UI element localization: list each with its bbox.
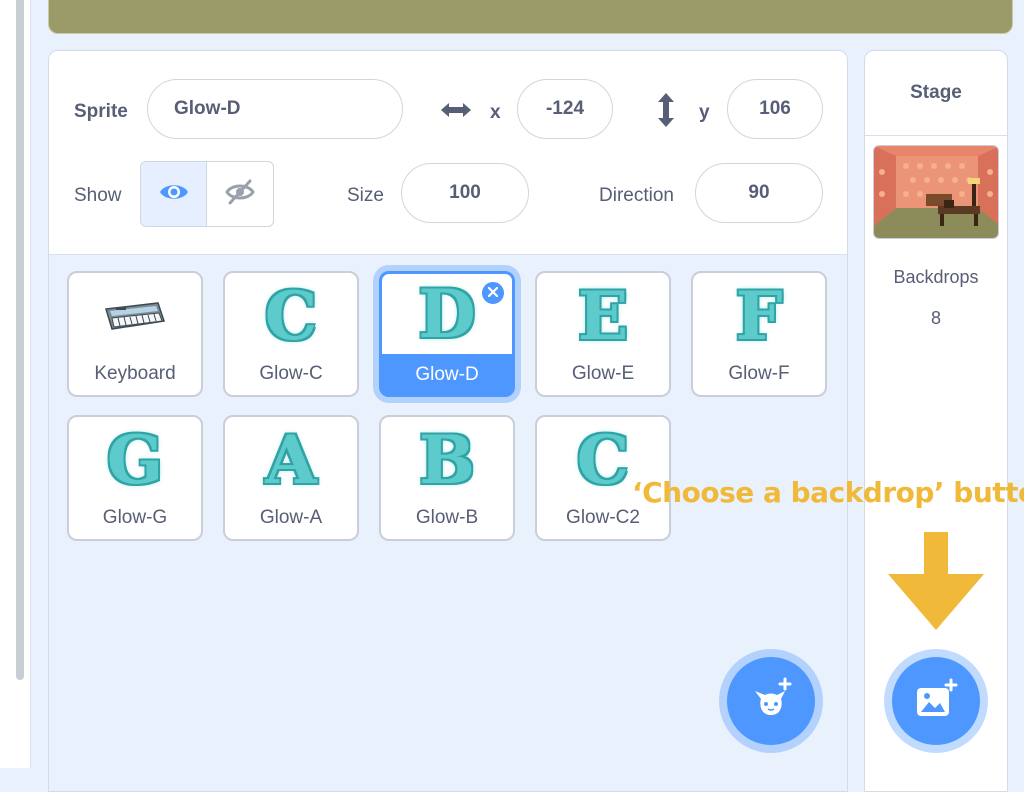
- cat-plus-icon: [749, 677, 793, 726]
- backdrops-label: Backdrops: [893, 267, 979, 287]
- glow-letter-image: F: [735, 277, 783, 355]
- sprite-pane: Sprite Glow-D x -124 y 106 Show Size 100…: [48, 50, 848, 792]
- y-label: y: [699, 102, 710, 123]
- sprite-name: Glow-C: [259, 363, 323, 384]
- stage-pane: Stage Backdrops 8: [864, 50, 1008, 792]
- sprite-name: Glow-C2: [566, 507, 640, 528]
- eye-icon: [159, 181, 189, 208]
- glow-letter-image: C: [264, 277, 318, 355]
- choose-backdrop-button[interactable]: [884, 649, 988, 753]
- sprite-tile-keyboard[interactable]: Keyboard: [67, 271, 203, 397]
- direction-input[interactable]: 90: [695, 163, 823, 223]
- glow-letter-image: D: [418, 275, 476, 353]
- glow-letter-image: C: [576, 421, 630, 499]
- sprite-name-input[interactable]: Glow-D: [147, 79, 403, 139]
- sprite-name: Glow-B: [415, 507, 479, 528]
- sprite-name: Glow-F: [728, 363, 790, 384]
- sprite-name: Keyboard: [94, 363, 176, 384]
- close-icon: [487, 284, 499, 302]
- sprite-tile-glow-c[interactable]: C Glow-C: [223, 271, 359, 397]
- show-visible-button[interactable]: [141, 162, 207, 226]
- image-plus-icon: [913, 678, 959, 725]
- left-panel-edge: [0, 0, 31, 768]
- show-toggle-group: [140, 161, 274, 227]
- sprite-name: Glow-E: [571, 363, 635, 384]
- stage-title: Stage: [865, 51, 1007, 136]
- sprite-tile-glow-g[interactable]: G Glow-G: [67, 415, 203, 541]
- show-hidden-button[interactable]: [207, 162, 273, 226]
- sprite-name: Glow-D: [415, 364, 479, 385]
- size-input[interactable]: 100: [401, 163, 529, 223]
- glow-letter-image: G: [106, 421, 164, 499]
- backdrops-count: 8: [930, 308, 941, 328]
- sprite-label: Sprite: [74, 101, 128, 122]
- size-label: Size: [347, 185, 384, 206]
- annotation-label: ‘Choose a backdrop’ button: [632, 476, 1024, 509]
- keyboard-image: [69, 273, 201, 359]
- vertical-arrows-icon: [655, 91, 677, 134]
- arrow-down-icon: [886, 532, 986, 632]
- sprite-info-bar: Sprite Glow-D x -124 y 106 Show Size 100…: [49, 51, 847, 255]
- sprite-tile-glow-b[interactable]: B Glow-B: [379, 415, 515, 541]
- x-label: x: [490, 102, 501, 123]
- scrollbar[interactable]: [16, 0, 24, 680]
- x-position-input[interactable]: -124: [517, 79, 613, 139]
- glow-letter-image: A: [265, 421, 317, 499]
- horizontal-arrows-icon: [439, 97, 473, 128]
- choose-sprite-button[interactable]: [719, 649, 823, 753]
- y-position-input[interactable]: 106: [727, 79, 823, 139]
- sprite-tile-glow-f[interactable]: F Glow-F: [691, 271, 827, 397]
- glow-letter-image: E: [577, 277, 629, 355]
- sprite-tile-glow-d[interactable]: D Glow-D: [379, 271, 515, 397]
- eye-slash-icon: [225, 179, 255, 210]
- direction-label: Direction: [599, 185, 674, 206]
- backdrop-thumbnail[interactable]: [873, 145, 999, 239]
- glow-letter-image: B: [419, 421, 475, 499]
- sprite-tile-glow-e[interactable]: E Glow-E: [535, 271, 671, 397]
- sprite-tile-glow-a[interactable]: A Glow-A: [223, 415, 359, 541]
- sprite-name: Glow-A: [259, 507, 323, 528]
- stage-preview: [48, 0, 1013, 34]
- sprite-name: Glow-G: [102, 507, 168, 528]
- delete-sprite-button[interactable]: [480, 280, 506, 306]
- show-label: Show: [74, 185, 122, 206]
